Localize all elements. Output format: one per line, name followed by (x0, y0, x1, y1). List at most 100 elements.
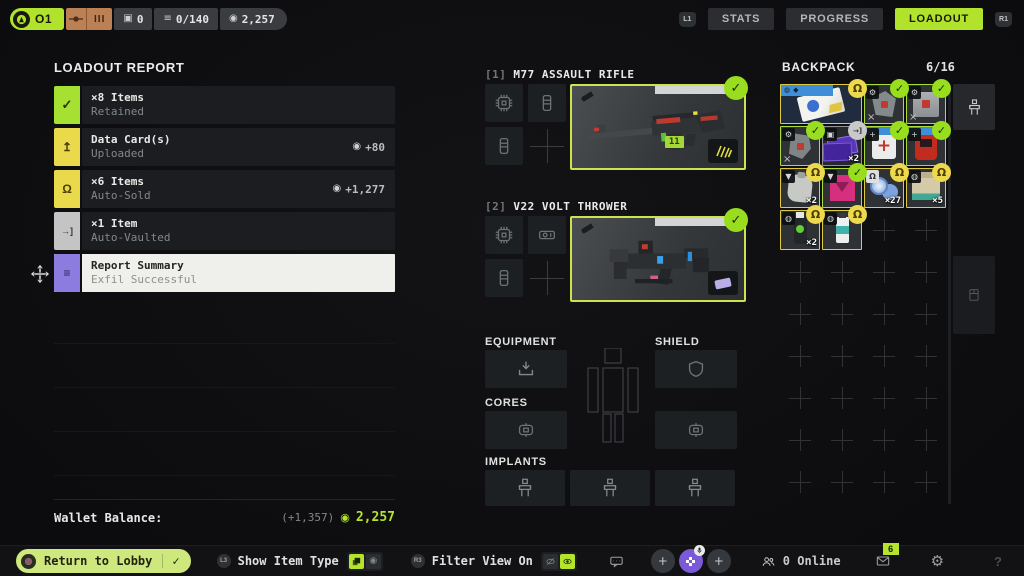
item-type-toggle[interactable]: ◉ (347, 552, 383, 571)
backpack-empty-cell[interactable] (822, 420, 862, 460)
tab-container-inventory[interactable] (953, 256, 995, 334)
backpack-scrollbar[interactable] (948, 84, 951, 504)
eye-icon[interactable] (560, 554, 575, 569)
implant-slot-1[interactable] (485, 470, 565, 506)
counter-value: 0 (137, 13, 144, 26)
backpack-empty-cell[interactable] (906, 420, 946, 460)
backpack-empty-cell[interactable] (906, 210, 946, 250)
backpack-empty-cell[interactable] (864, 210, 904, 250)
tier-segment[interactable]: III (66, 8, 112, 30)
backpack-empty-cell[interactable] (822, 462, 862, 502)
implant-person-icon (599, 477, 621, 499)
tab-loadout[interactable]: LOADOUT (895, 8, 983, 30)
tab-character-inventory[interactable] (953, 84, 995, 130)
backpack-empty-cell[interactable] (864, 336, 904, 376)
backpack-empty-cell[interactable] (822, 294, 862, 334)
mod-slot-mag-icon[interactable] (485, 259, 523, 297)
backpack-empty-cell[interactable] (864, 252, 904, 292)
report-row-title: Data Card(s) (91, 133, 352, 147)
invite-left-button[interactable]: + (651, 549, 675, 573)
backpack-item-data-card-pack[interactable]: ◍◆Ω (780, 84, 862, 124)
equip-bag-icon (515, 358, 537, 380)
backpack-item-loot-bag[interactable]: ▼Ω×2 (780, 168, 820, 208)
counter-slots[interactable]: ▣ 0 (114, 8, 152, 30)
eye-off-icon[interactable] (543, 554, 558, 569)
status-retained-icon: ✓ (806, 121, 825, 140)
mod-slot-sight-icon[interactable] (528, 216, 566, 254)
mod-slot-empty[interactable] (528, 127, 566, 165)
coin-toggle-icon[interactable]: ◉ (366, 554, 381, 569)
counter-currency[interactable]: ◉ 2,257 (220, 8, 287, 30)
check-circle-icon: ✓ (724, 208, 748, 232)
scratch-marks-icon (708, 139, 738, 163)
backpack-empty-cell[interactable] (780, 252, 820, 292)
backpack-item-disc-stack[interactable]: ΩΩ×27 (864, 168, 904, 208)
return-to-lobby-button[interactable]: Return to Lobby ✓ (16, 549, 191, 573)
implant-slot-3[interactable] (655, 470, 735, 506)
report-row-auto-sold[interactable]: Ω ×6 Items Auto-Sold ◉+1,277 (54, 170, 395, 208)
omega-light-icon: Ω (866, 170, 879, 183)
backpack-empty-cell[interactable] (864, 378, 904, 418)
backpack-item-bottle[interactable]: ◍Ω×2 (780, 210, 820, 250)
mod-slot-empty[interactable] (528, 259, 566, 297)
backpack-item-weapon-part[interactable]: ⚙✓× (780, 126, 820, 166)
backpack-empty-cell[interactable] (864, 462, 904, 502)
backpack-empty-cell[interactable] (822, 252, 862, 292)
core-slot-right[interactable] (655, 411, 737, 449)
wallet-value: 2,257 (356, 510, 395, 525)
backpack-empty-cell[interactable] (780, 462, 820, 502)
weapon-1-card[interactable]: 11 ✓ (570, 84, 746, 170)
backpack-empty-cell[interactable] (906, 294, 946, 334)
equipment-slot[interactable] (485, 350, 567, 388)
report-row-uploaded[interactable]: ↥ Data Card(s) Uploaded ◉+80 (54, 128, 395, 166)
mod-slot-chip-icon[interactable] (485, 84, 523, 122)
status-sold-icon: Ω (890, 163, 909, 182)
settings-gear-icon[interactable]: ⚙ (931, 554, 944, 569)
list-icon: ≡ (54, 254, 82, 292)
tab-progress[interactable]: PROGRESS (786, 8, 883, 30)
status-retained-icon: ✓ (932, 79, 951, 98)
report-row-exfil-successful[interactable]: ≡ Report Summary Exfil Successful (54, 254, 395, 292)
player-avatar[interactable] (679, 549, 703, 573)
implant-slot-2[interactable] (570, 470, 650, 506)
backpack-empty-cell[interactable] (864, 420, 904, 460)
backpack-empty-cell[interactable] (780, 336, 820, 376)
backpack-empty-cell[interactable] (864, 294, 904, 334)
backpack-item-red-medical-device[interactable]: +✓ (906, 126, 946, 166)
backpack-empty-cell[interactable] (822, 336, 862, 376)
filter-view-toggle[interactable] (541, 552, 577, 571)
backpack-item-supply-box[interactable]: ◍Ω×5 (906, 168, 946, 208)
backpack-empty-cell[interactable] (906, 462, 946, 502)
layers-icon[interactable] (349, 554, 364, 569)
help-icon[interactable]: ? (994, 554, 1002, 569)
backpack-item-weapon-part[interactable]: ⚙✓× (864, 84, 904, 124)
backpack-item-data-cards[interactable]: ▣→]×2 (822, 126, 862, 166)
counter-capacity[interactable]: ≡ 0/140 (154, 8, 218, 30)
mail-button[interactable]: 6 (875, 553, 891, 569)
backpack-item-spray-can[interactable]: ◍Ω (822, 210, 862, 250)
mod-slot-mag-icon[interactable] (485, 127, 523, 165)
backpack-empty-cell[interactable] (780, 294, 820, 334)
backpack-item-pink-bag[interactable]: ▼✓ (822, 168, 862, 208)
backpack-item-med-station[interactable]: +✓ (864, 126, 904, 166)
backpack-item-weapon-part-box[interactable]: ⚙✓× (906, 84, 946, 124)
mod-slot-chip-icon[interactable] (485, 216, 523, 254)
player-tag-pill[interactable]: O1 (10, 8, 64, 30)
backpack-empty-cell[interactable] (780, 420, 820, 460)
shield-slot[interactable] (655, 350, 737, 388)
backpack-empty-cell[interactable] (780, 378, 820, 418)
backpack-empty-cell[interactable] (906, 252, 946, 292)
weapon-2-card[interactable]: ✓ (570, 216, 746, 302)
backpack-empty-cell[interactable] (906, 336, 946, 376)
tab-stats[interactable]: STATS (708, 8, 774, 30)
backpack-empty-cell[interactable] (822, 378, 862, 418)
report-row-retained[interactable]: ✓ ×8 Items Retained (54, 86, 395, 124)
invite-right-button[interactable]: + (707, 549, 731, 573)
report-row-auto-vaulted[interactable]: →] ×1 Item Auto-Vaulted (54, 212, 395, 250)
mod-slot-mag-icon[interactable] (528, 84, 566, 122)
backpack-empty-cell[interactable] (906, 378, 946, 418)
status-sold-icon: Ω (848, 79, 867, 98)
chat-icon[interactable] (608, 553, 625, 570)
trash-icon: ▼ (824, 170, 837, 183)
core-slot-left[interactable] (485, 411, 567, 449)
